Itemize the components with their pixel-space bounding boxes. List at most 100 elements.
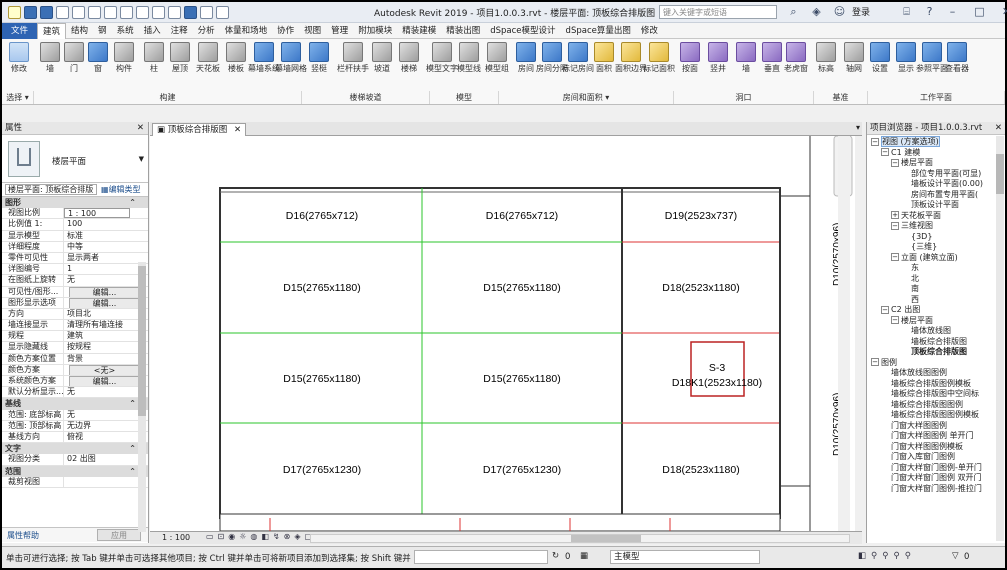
chevron-down-icon[interactable]: ▼ bbox=[139, 155, 144, 163]
expand-toggle-icon[interactable]: − bbox=[891, 158, 899, 167]
property-value[interactable]: 1 : 100 bbox=[64, 208, 130, 219]
browser-scrollbar[interactable] bbox=[996, 136, 1004, 541]
browser-node[interactable]: 房间布置专用平面( bbox=[871, 190, 1005, 201]
help-icon[interactable]: ? bbox=[923, 5, 936, 18]
property-value[interactable]: 建筑 bbox=[64, 331, 148, 341]
ribbon-button-28[interactable]: 老虎窗 bbox=[784, 42, 808, 73]
3d-view-icon[interactable] bbox=[168, 5, 181, 19]
property-value[interactable]: 无 bbox=[64, 410, 148, 420]
expand-toggle-icon[interactable]: − bbox=[881, 148, 889, 156]
property-value[interactable]: 项目北 bbox=[64, 309, 148, 319]
tab-4[interactable]: 系统 bbox=[112, 23, 139, 39]
undo-icon[interactable] bbox=[72, 5, 85, 19]
browser-node[interactable]: 门窗大样窗门图例-单开门 bbox=[871, 463, 1005, 474]
property-value[interactable]: 清理所有墙连接 bbox=[64, 320, 148, 330]
browser-node[interactable]: 顶板综合排版图 bbox=[871, 347, 1005, 358]
collapse-icon[interactable]: ⌃ bbox=[129, 443, 136, 454]
property-value[interactable]: 俯视 bbox=[64, 432, 148, 442]
filter-icon[interactable]: ▽ bbox=[952, 551, 959, 561]
expand-toggle-icon[interactable]: − bbox=[881, 305, 889, 314]
property-group[interactable]: 范围 ⌃ bbox=[2, 465, 148, 477]
ribbon-panel-5[interactable]: 洞口 bbox=[674, 91, 814, 104]
selection-toggle-icons[interactable]: ◧⚲⚲⚲⚲ bbox=[858, 551, 916, 561]
property-value[interactable]: 无 bbox=[64, 387, 148, 397]
tab-9[interactable]: 协作 bbox=[272, 23, 299, 39]
browser-node[interactable]: + 天花板平面 bbox=[871, 211, 1005, 222]
apply-button[interactable]: 应用 bbox=[97, 529, 141, 541]
property-group[interactable]: 图形 ⌃ bbox=[2, 197, 148, 209]
close-icon[interactable]: ✕ bbox=[1000, 5, 1007, 18]
close-hidden-icon[interactable] bbox=[200, 5, 213, 19]
tab-12[interactable]: 附加模块 bbox=[353, 23, 397, 39]
tab-11[interactable]: 管理 bbox=[326, 23, 353, 39]
collapse-icon[interactable]: ⌃ bbox=[129, 197, 136, 208]
tab-8[interactable]: 体量和场地 bbox=[220, 23, 273, 39]
subscription-icon[interactable]: ◈ bbox=[810, 5, 823, 18]
ribbon-button-6[interactable]: 屋顶 bbox=[168, 42, 192, 73]
property-value[interactable]: 100 bbox=[64, 219, 148, 229]
scale-label[interactable]: 1 : 100 bbox=[162, 533, 190, 542]
browser-node[interactable]: − 三维视图 bbox=[871, 221, 1005, 232]
properties-scrollbar[interactable] bbox=[138, 262, 146, 532]
browser-node[interactable]: − 楼层平面 bbox=[871, 316, 1005, 327]
maximize-icon[interactable]: □ bbox=[973, 5, 986, 18]
browser-node[interactable]: − 视图 (方案选项) bbox=[871, 136, 1005, 148]
browser-node[interactable]: 墙板综合排版图图例 bbox=[871, 400, 1005, 411]
expand-toggle-icon[interactable]: − bbox=[871, 137, 879, 146]
collapse-icon[interactable]: ⌃ bbox=[129, 466, 136, 477]
edit-button[interactable]: <无> bbox=[69, 364, 140, 375]
browser-node[interactable]: 西 bbox=[871, 295, 1005, 306]
ribbon-button-12[interactable]: 栏杆扶手 bbox=[337, 42, 369, 73]
property-value[interactable]: 标准 bbox=[64, 231, 148, 241]
ribbon-button-23[interactable]: 标记面积 bbox=[643, 42, 675, 73]
view-instance-select[interactable]: 楼层平面: 顶板综合排版 bbox=[5, 184, 97, 195]
close-panel-icon[interactable]: ✕ bbox=[137, 122, 144, 135]
editable-only-icon[interactable]: ↻ bbox=[552, 551, 559, 561]
browser-node[interactable]: 墙板设计平面(0.00) bbox=[871, 179, 1005, 190]
workset-select[interactable] bbox=[414, 550, 548, 564]
property-value[interactable]: 02 出图 bbox=[64, 454, 148, 464]
browser-node[interactable]: 墙板综合排版图图例模板 bbox=[871, 410, 1005, 421]
ribbon-button-14[interactable]: 楼梯 bbox=[397, 42, 421, 73]
close-tab-icon[interactable]: ✕ bbox=[234, 125, 241, 135]
search-input[interactable]: 键入关键字或短语 bbox=[659, 5, 777, 19]
tab-3[interactable]: 钢 bbox=[93, 23, 112, 39]
user-icon[interactable]: ☺ bbox=[833, 5, 846, 18]
tab-14[interactable]: 精装出图 bbox=[441, 23, 485, 39]
browser-node[interactable]: 南 bbox=[871, 284, 1005, 295]
tab-menu-icon[interactable]: ▾ bbox=[856, 123, 860, 132]
property-group[interactable]: 文字 ⌃ bbox=[2, 443, 148, 455]
tab-1[interactable]: 建筑 bbox=[37, 22, 67, 39]
property-value[interactable]: 中等 bbox=[64, 242, 148, 252]
tab-16[interactable]: dSpace算量出图 bbox=[561, 23, 636, 39]
expand-toggle-icon[interactable]: − bbox=[891, 253, 899, 261]
redo-icon[interactable] bbox=[88, 5, 101, 19]
browser-node[interactable]: − C1 建模 bbox=[871, 148, 1005, 159]
sync-icon[interactable] bbox=[56, 5, 69, 19]
measure-icon[interactable] bbox=[120, 5, 133, 19]
browser-node[interactable]: 门窗大样图图例模板 bbox=[871, 442, 1005, 453]
expand-toggle-icon[interactable]: − bbox=[891, 316, 899, 324]
ribbon-button-25[interactable]: 竖井 bbox=[706, 42, 730, 73]
ribbon-button-0[interactable]: 修改 bbox=[7, 42, 31, 73]
ribbon-button-8[interactable]: 楼板 bbox=[224, 42, 248, 73]
tab-0[interactable]: 文件 bbox=[2, 22, 38, 39]
ribbon-button-24[interactable]: 按面 bbox=[678, 42, 702, 73]
expand-toggle-icon[interactable]: − bbox=[891, 221, 899, 230]
ribbon-button-16[interactable]: 模型线 bbox=[457, 42, 481, 73]
ribbon-button-7[interactable]: 天花板 bbox=[196, 42, 220, 73]
property-value[interactable]: 按规程 bbox=[64, 342, 148, 352]
ribbon-button-34[interactable]: 查看器 bbox=[945, 42, 969, 73]
browser-node[interactable]: − 楼层平面 bbox=[871, 158, 1005, 169]
design-option-select[interactable]: 主模型 bbox=[610, 550, 760, 564]
property-value[interactable]: 背景 bbox=[64, 354, 148, 364]
minimize-icon[interactable]: – bbox=[946, 5, 959, 18]
tab-10[interactable]: 视图 bbox=[299, 23, 326, 39]
tab-7[interactable]: 分析 bbox=[193, 23, 220, 39]
edit-button[interactable]: 编辑... bbox=[69, 286, 140, 297]
browser-node[interactable]: {3D} bbox=[871, 232, 1005, 243]
edit-button[interactable]: 编辑... bbox=[69, 297, 140, 308]
open-icon[interactable] bbox=[24, 5, 37, 19]
ribbon-button-10[interactable]: 幕墙网格 bbox=[275, 42, 307, 73]
expand-toggle-icon[interactable]: − bbox=[871, 358, 879, 366]
